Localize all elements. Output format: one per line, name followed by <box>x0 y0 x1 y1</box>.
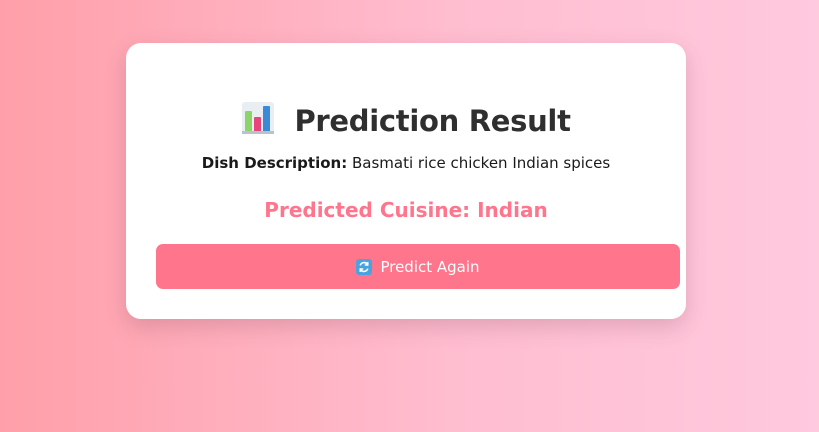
dish-description-value: Basmati rice chicken Indian spices <box>352 154 611 172</box>
bar-chart-icon <box>241 101 275 135</box>
refresh-icon <box>356 258 373 275</box>
predict-again-button[interactable]: Predict Again <box>156 244 680 289</box>
dish-description-label: Dish Description: <box>201 154 348 172</box>
result-card: Prediction Result Dish Description: Basm… <box>126 43 686 319</box>
predict-again-label: Predict Again <box>380 257 480 276</box>
title-row: Prediction Result <box>126 100 686 140</box>
page-title: Prediction Result <box>294 103 571 138</box>
dish-description: Dish Description: Basmati rice chicken I… <box>126 154 686 172</box>
predicted-cuisine: Predicted Cuisine: Indian <box>264 198 548 222</box>
